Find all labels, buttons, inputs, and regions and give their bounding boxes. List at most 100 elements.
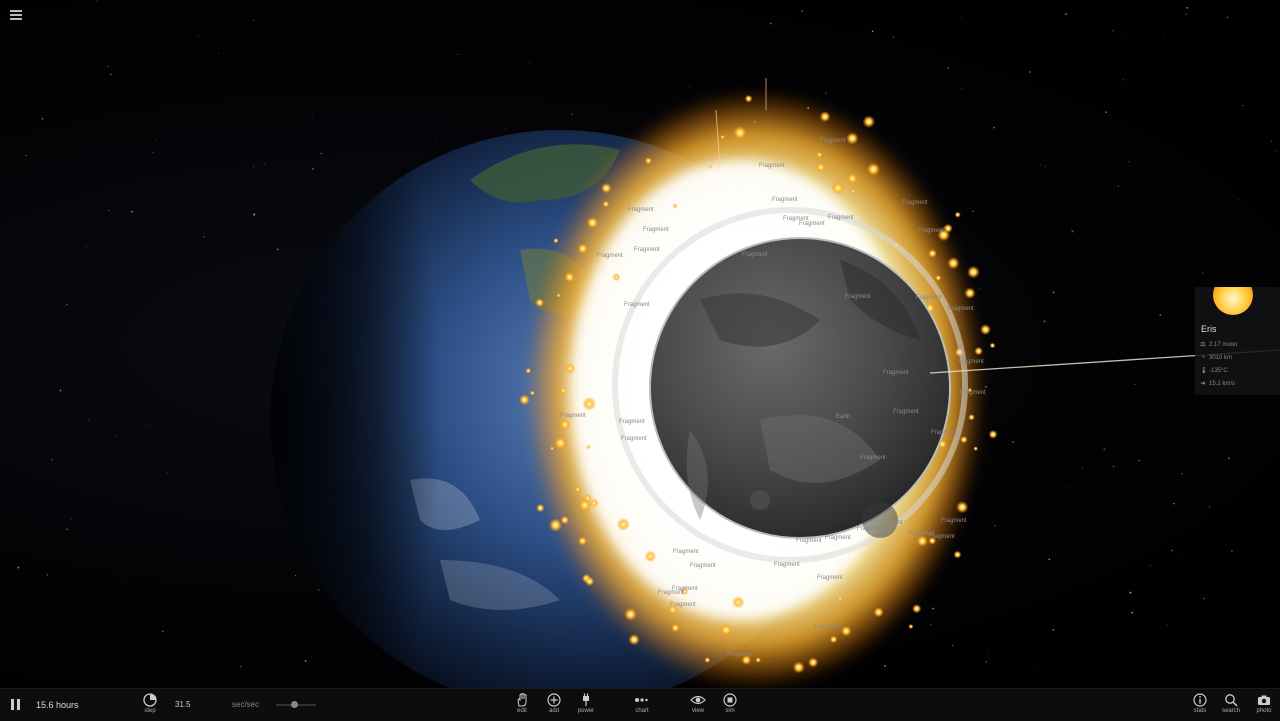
eris-body[interactable]	[650, 238, 950, 538]
fragment-label[interactable]: Fragment	[624, 302, 650, 308]
power-button[interactable]: power	[572, 692, 600, 720]
debris-spark	[935, 275, 941, 281]
star	[986, 661, 988, 663]
plug-icon	[579, 693, 593, 707]
fragment-label[interactable]: Fragment	[727, 652, 753, 658]
step-icon	[143, 693, 157, 707]
fragment-label[interactable]: Fragment	[883, 370, 909, 376]
star	[457, 54, 458, 55]
fragment-label[interactable]: Fragment	[634, 247, 660, 253]
star	[1118, 185, 1120, 187]
star	[58, 422, 59, 423]
debris-spark	[846, 132, 859, 145]
fragment-label[interactable]: Fragment	[796, 538, 822, 544]
fragment-label[interactable]: Fragment	[918, 228, 944, 234]
step-button[interactable]: step	[136, 692, 164, 720]
elapsed-time: 15.6 hours	[36, 700, 79, 710]
debris-spark	[917, 535, 929, 547]
star	[993, 127, 995, 129]
slider-knob[interactable]	[291, 701, 298, 708]
star	[872, 31, 874, 33]
fragment-label[interactable]: Fragment	[742, 252, 768, 258]
star	[237, 364, 238, 365]
fragment-label[interactable]: Fragment	[820, 138, 846, 144]
fragment-label[interactable]: Fragment	[628, 207, 654, 213]
fragment-label[interactable]: Fragment	[941, 518, 967, 524]
fragment-label[interactable]: Fragment	[774, 562, 800, 568]
fragment-label[interactable]: Fragment	[817, 575, 843, 581]
star	[1209, 506, 1210, 507]
star	[571, 114, 572, 115]
star	[253, 214, 255, 216]
edit-button[interactable]: edit	[508, 692, 536, 720]
object-name: Eris	[1201, 324, 1217, 334]
fragment-label[interactable]: Fragment	[902, 200, 928, 206]
photo-button[interactable]: photo	[1250, 692, 1278, 720]
star	[1045, 166, 1046, 167]
fragment-label[interactable]: Fragment	[825, 535, 851, 541]
search-button[interactable]: search	[1217, 692, 1245, 720]
fragment-label[interactable]: Fragment	[958, 359, 984, 365]
fragment-label[interactable]: Fragment	[672, 586, 698, 592]
fragment-label[interactable]: Fragment	[690, 563, 716, 569]
debris-spark	[583, 397, 597, 411]
chart-button[interactable]: chart	[628, 692, 656, 720]
fragment-label[interactable]: Fragment	[877, 520, 903, 526]
debris-spark	[817, 152, 823, 158]
fragment-label[interactable]: Fragment	[893, 409, 919, 415]
debris-spark	[733, 126, 747, 140]
star	[110, 74, 112, 76]
fragment-label[interactable]: Fragment	[673, 549, 699, 555]
fragment-label[interactable]: Fragment	[619, 419, 645, 425]
speed-slider[interactable]	[276, 704, 316, 706]
fragment-label[interactable]: Fragment	[860, 455, 886, 461]
star	[102, 74, 103, 75]
fragment-label[interactable]: Fragment	[845, 294, 871, 300]
object-info-panel[interactable]: Eris ⚖ 2.17 moon ◔ 3010 km 🌡 -135°C ➜ 15…	[1195, 287, 1280, 395]
fragment-label[interactable]: Fragment	[759, 163, 785, 169]
star	[979, 288, 980, 289]
fragment-label[interactable]: Fragment	[857, 526, 883, 532]
debris-spark	[564, 272, 575, 283]
star	[166, 472, 168, 474]
view-button[interactable]: view	[684, 692, 712, 720]
fragment-label[interactable]: Fragment	[960, 390, 986, 396]
fragment-label[interactable]: Fragment	[783, 216, 809, 222]
simulation-viewport[interactable]: FragmentFragmentFragmentFragmentFragment…	[0, 0, 1280, 688]
star	[884, 665, 886, 667]
fragment-label[interactable]: Fragment	[916, 295, 942, 301]
star	[1185, 13, 1187, 15]
fragment-label[interactable]: Fragment	[814, 624, 840, 630]
debris-spark	[808, 657, 818, 667]
debris-spark	[732, 596, 744, 608]
star	[1220, 50, 1221, 51]
debris-spark	[578, 536, 587, 545]
star	[1173, 503, 1174, 504]
fragment-label[interactable]: Fragment	[670, 602, 696, 608]
star	[1048, 559, 1050, 561]
debris-spark	[847, 173, 858, 184]
star	[689, 86, 690, 87]
fragment-label[interactable]: Fragment	[597, 253, 623, 259]
debris-spark	[628, 634, 639, 645]
star	[1163, 37, 1164, 38]
fragment-label[interactable]: Fragment	[772, 197, 798, 203]
stats-button[interactable]: stats	[1186, 692, 1214, 720]
star	[86, 246, 87, 247]
chart-dots-icon	[634, 693, 650, 707]
fragment-label[interactable]: Fragment	[909, 531, 935, 537]
fragment-label[interactable]: Fragment	[931, 430, 957, 436]
add-button[interactable]: add	[540, 692, 568, 720]
fragment-label[interactable]: Fragment	[828, 215, 854, 221]
fragment-label[interactable]: Fragment	[643, 227, 669, 233]
star	[1202, 272, 1204, 274]
fragment-label[interactable]: Fragment	[948, 306, 974, 312]
debris-spark	[832, 182, 845, 195]
star	[97, 0, 98, 1]
menu-icon[interactable]	[10, 10, 22, 21]
fragment-label[interactable]: Fragment	[621, 436, 647, 442]
pause-button[interactable]	[11, 699, 21, 711]
debris-spark	[954, 551, 962, 559]
fragment-label[interactable]: Fragment	[560, 413, 586, 419]
sim-button[interactable]: sim	[716, 692, 744, 720]
